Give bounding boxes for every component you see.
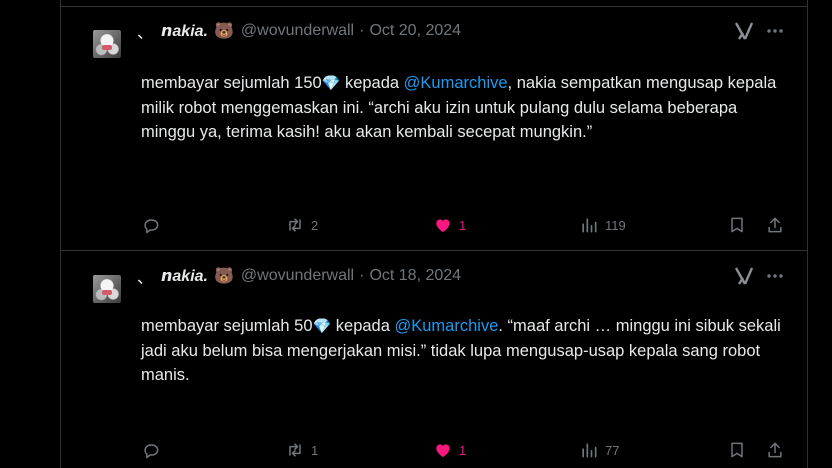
display-name[interactable]: 𝙣akia. — [161, 266, 208, 286]
repost-button[interactable]: 2 — [285, 213, 318, 237]
more-icon[interactable] — [765, 266, 785, 286]
avatar[interactable] — [93, 275, 121, 303]
like-button[interactable]: 1 — [433, 438, 466, 462]
name-prefix: 、 — [137, 25, 154, 42]
bear-emoji: 🐻 — [214, 23, 234, 40]
bookmark-icon — [731, 442, 743, 458]
bear-emoji: 🐻 — [214, 268, 234, 285]
separator: · — [359, 267, 365, 284]
share-icon — [768, 442, 782, 458]
grok-icon[interactable] — [733, 21, 755, 41]
heart-filled-icon — [436, 219, 450, 233]
like-count: 1 — [459, 217, 467, 233]
bookmark-icon — [731, 217, 743, 233]
views-icon — [582, 218, 597, 233]
heart-filled-icon — [436, 444, 450, 458]
user-handle[interactable]: @wovunderwall — [241, 22, 354, 40]
views-button[interactable]: 77 — [579, 438, 619, 462]
share-icon — [768, 217, 782, 233]
reply-button[interactable] — [141, 438, 167, 462]
mention-link[interactable]: @Kumarchive — [404, 74, 508, 92]
bookmark-button[interactable] — [727, 213, 747, 237]
reply-icon — [144, 444, 159, 459]
avatar[interactable] — [93, 30, 121, 58]
mention-link[interactable]: @Kumarchive — [395, 317, 499, 335]
grok-icon[interactable] — [733, 266, 755, 286]
reply-icon — [144, 219, 159, 234]
tweet-header: 、 𝙣akia. 🐻 @wovunderwall · Oct 18, 2024 — [137, 264, 461, 288]
display-name[interactable]: 𝙣akia. — [161, 21, 208, 41]
like-button[interactable]: 1 — [433, 213, 466, 237]
name-prefix: 、 — [137, 270, 154, 287]
tweet-text: membayar sejumlah 150💎 kepada @Kumarchiv… — [141, 71, 781, 144]
repost-count: 2 — [311, 217, 319, 233]
views-count: 119 — [605, 217, 626, 233]
views-icon — [582, 443, 597, 458]
text-segment: kepada — [340, 74, 404, 92]
separator: · — [359, 22, 365, 39]
text-segment: membayar sejumlah 50 — [141, 317, 313, 335]
tweet-text: membayar sejumlah 50💎 kepada @Kumarchive… — [141, 314, 781, 387]
text-segment: kepada — [331, 317, 395, 335]
share-button[interactable] — [765, 438, 785, 462]
reply-button[interactable] — [141, 213, 167, 237]
repost-count: 1 — [311, 442, 319, 458]
tweet[interactable]: 、 𝙣akia. 🐻 @wovunderwall · Oct 18, 2024 … — [61, 252, 807, 468]
repost-icon — [289, 443, 301, 457]
tweet-header: 、 𝙣akia. 🐻 @wovunderwall · Oct 20, 2024 — [137, 19, 461, 43]
user-handle[interactable]: @wovunderwall — [241, 267, 354, 285]
tweet-actions: 1 1 77 — [141, 438, 787, 462]
bookmark-button[interactable] — [727, 438, 747, 462]
timeline: 、 𝙣akia. 🐻 @wovunderwall · Oct 20, 2024 … — [60, 0, 808, 468]
tweet-actions: 2 1 119 — [141, 213, 787, 237]
views-button[interactable]: 119 — [579, 213, 626, 237]
like-count: 1 — [459, 442, 467, 458]
repost-icon — [289, 218, 301, 232]
share-button[interactable] — [765, 213, 785, 237]
more-icon[interactable] — [765, 21, 785, 41]
gem-emoji: 💎 — [312, 318, 332, 335]
gem-emoji: 💎 — [321, 75, 341, 92]
tweet-date[interactable]: Oct 18, 2024 — [369, 267, 461, 285]
views-count: 77 — [605, 442, 620, 458]
tweet-date[interactable]: Oct 20, 2024 — [369, 22, 461, 40]
tweet[interactable]: 、 𝙣akia. 🐻 @wovunderwall · Oct 20, 2024 … — [61, 7, 807, 251]
text-segment: membayar sejumlah 150 — [141, 74, 322, 92]
repost-button[interactable]: 1 — [285, 438, 318, 462]
